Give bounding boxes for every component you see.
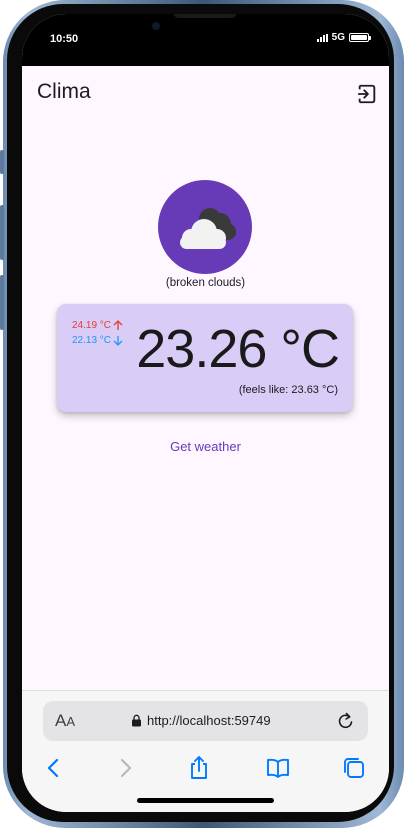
text-size-button[interactable]: AA (55, 711, 75, 731)
device-stage: 10:50 5G Clima (broken clouds) 24.19 °C … (0, 0, 407, 828)
screen: 10:50 5G Clima (broken clouds) 24.19 °C … (22, 14, 389, 812)
home-indicator (137, 798, 274, 803)
tabs-icon[interactable] (341, 755, 367, 781)
current-temperature: 23.26 °C (136, 319, 340, 379)
arrow-up-icon (113, 320, 123, 330)
forward-icon[interactable] (112, 755, 138, 781)
app-bar: Clima (22, 66, 389, 118)
temp-min-value: 22.13 °C (72, 335, 112, 346)
temp-max-value: 24.19 °C (72, 320, 112, 331)
text-size-label-big: A (55, 711, 67, 730)
temperature-card: 24.19 °C 22.13 °C 23.26 °C (feels like: … (57, 304, 353, 412)
lock-icon (132, 714, 141, 727)
back-icon[interactable] (41, 755, 67, 781)
signal-icon (316, 33, 328, 42)
speaker-notch (173, 14, 237, 18)
front-camera (152, 22, 160, 30)
battery-level (351, 35, 367, 40)
status-time: 10:50 (50, 33, 79, 45)
status-indicators: 5G (316, 32, 371, 43)
weather-avatar (158, 180, 252, 274)
broken-clouds-icon (180, 208, 236, 249)
logout-icon[interactable] (356, 83, 378, 105)
network-type: 5G (331, 32, 345, 43)
silent-switch (0, 150, 4, 174)
get-weather-button[interactable]: Get weather (22, 439, 389, 454)
status-bar: 10:50 5G (22, 14, 389, 66)
share-icon[interactable] (186, 755, 212, 781)
arrow-down-icon (113, 336, 123, 346)
weather-description: (broken clouds) (165, 277, 246, 289)
volume-down-button (0, 275, 4, 330)
volume-up-button (0, 205, 4, 260)
bookmarks-icon[interactable] (265, 755, 291, 781)
url-field[interactable]: http://localhost:59749 (147, 713, 271, 728)
address-bar[interactable]: AA http://localhost:59749 (43, 701, 368, 741)
browser-toolbar: AA http://localhost:59749 (22, 690, 389, 812)
text-size-label-small: A (66, 714, 76, 729)
reload-icon[interactable] (336, 711, 356, 731)
battery-icon (349, 33, 371, 42)
temp-min-row: 22.13 °C (72, 335, 123, 346)
feels-like: (feels like: 23.63 °C) (238, 384, 338, 396)
temp-max-row: 24.19 °C (72, 320, 123, 331)
app-title: Clima (37, 80, 91, 103)
